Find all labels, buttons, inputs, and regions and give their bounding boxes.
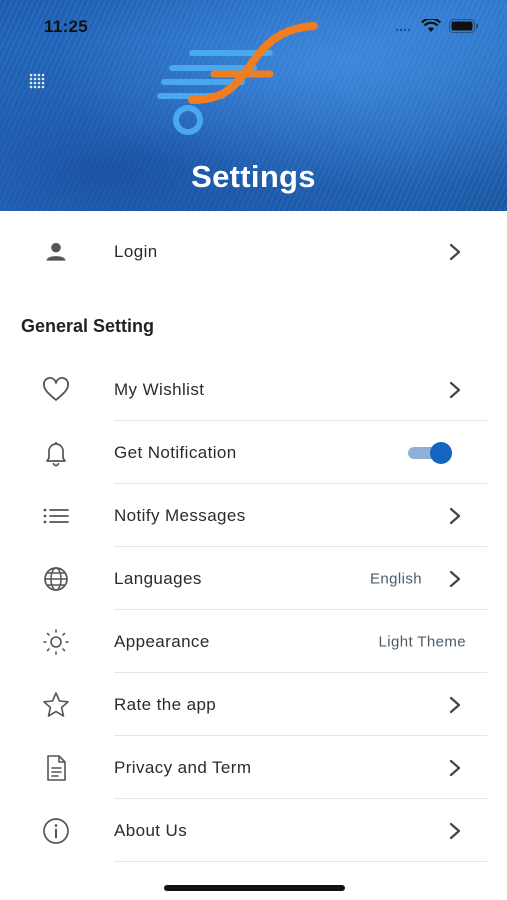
status-time: 11:25 bbox=[44, 17, 89, 36]
chevron-right-icon bbox=[449, 381, 461, 398]
section-title-general: General Setting bbox=[21, 316, 155, 336]
settings-item-about[interactable]: About Us bbox=[0, 799, 507, 862]
chevron-right-icon bbox=[449, 243, 461, 261]
settings-item-privacy[interactable]: Privacy and Term bbox=[0, 736, 507, 799]
document-icon bbox=[47, 754, 66, 781]
status-icons bbox=[395, 19, 479, 33]
page-title: Settings bbox=[191, 159, 316, 194]
heart-icon bbox=[43, 376, 69, 401]
chevron-right-icon bbox=[449, 759, 461, 776]
chevron-right-icon bbox=[449, 822, 461, 839]
brand-logo bbox=[157, 22, 318, 135]
settings-item-appearance[interactable]: Appearance Light Theme bbox=[0, 610, 507, 673]
battery-icon bbox=[449, 19, 478, 33]
settings-item-rate-app[interactable]: Rate the app bbox=[0, 673, 507, 736]
divider bbox=[114, 861, 487, 862]
settings-item-notify-messages[interactable]: Notify Messages bbox=[0, 484, 507, 547]
settings-item-label: Rate the app bbox=[114, 694, 217, 714]
menu-grid-icon[interactable] bbox=[26, 70, 48, 92]
list-icon bbox=[43, 508, 69, 523]
login-row[interactable]: Login bbox=[0, 211, 507, 293]
notification-toggle[interactable] bbox=[406, 440, 456, 466]
language-value: English bbox=[370, 570, 422, 587]
settings-item-label: About Us bbox=[114, 820, 188, 840]
header-banner: 11:25 Settings bbox=[0, 0, 507, 211]
home-indicator[interactable] bbox=[164, 885, 345, 891]
settings-item-languages[interactable]: Languages English bbox=[0, 547, 507, 610]
sun-icon bbox=[43, 628, 69, 655]
star-icon bbox=[43, 691, 69, 717]
settings-item-wishlist[interactable]: My Wishlist bbox=[0, 358, 507, 421]
toggle-knob bbox=[430, 441, 452, 464]
user-icon bbox=[46, 242, 66, 261]
globe-icon bbox=[44, 566, 68, 591]
settings-item-label: Appearance bbox=[114, 631, 210, 651]
settings-item-label: Get Notification bbox=[114, 442, 237, 462]
signal-icon bbox=[395, 28, 411, 32]
appearance-value: Light Theme bbox=[378, 633, 466, 650]
settings-item-label: Notify Messages bbox=[114, 505, 246, 525]
settings-item-label: Languages bbox=[114, 568, 202, 588]
wifi-icon bbox=[421, 19, 441, 32]
chevron-right-icon bbox=[449, 570, 461, 587]
chevron-right-icon bbox=[449, 507, 461, 524]
bell-icon bbox=[46, 441, 66, 466]
settings-item-label: My Wishlist bbox=[114, 379, 205, 399]
info-icon bbox=[43, 817, 69, 844]
chevron-right-icon bbox=[449, 696, 461, 713]
settings-item-notification: Get Notification bbox=[0, 421, 507, 484]
settings-item-label: Privacy and Term bbox=[114, 757, 252, 777]
login-label: Login bbox=[114, 242, 158, 261]
